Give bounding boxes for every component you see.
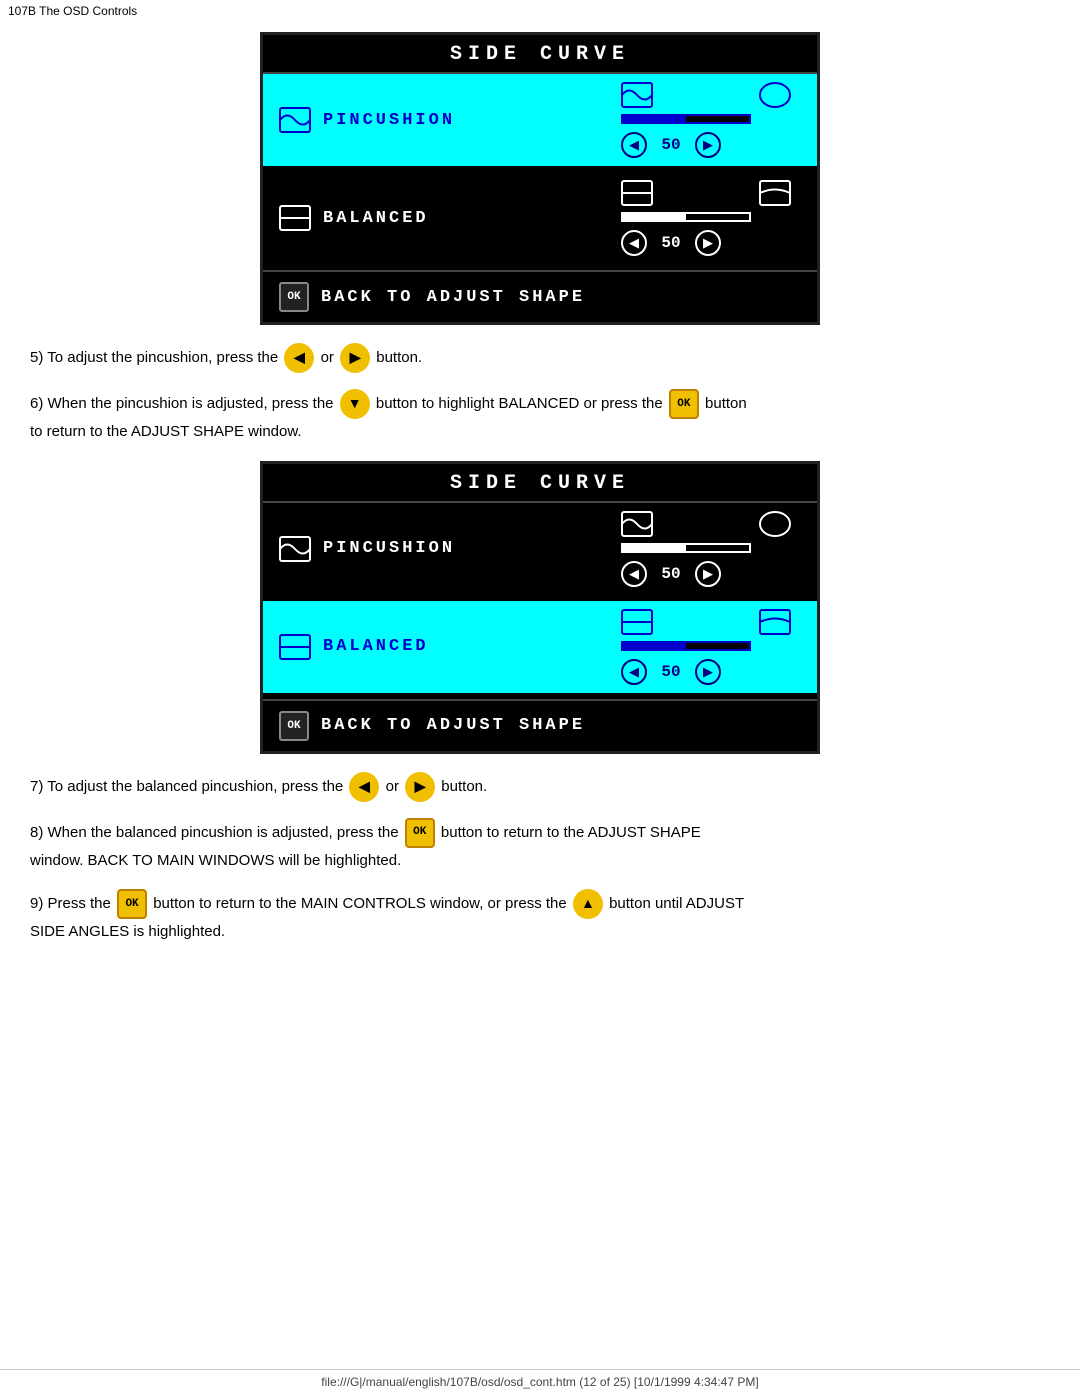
left-nav-btn-bal-2[interactable]: ◀ bbox=[621, 659, 647, 685]
page-title: 107B The OSD Controls bbox=[8, 4, 137, 18]
step9-mid: button to return to the MAIN CONTROLS wi… bbox=[153, 895, 567, 912]
osd1-back-label: BACK TO ADJUST SHAPE bbox=[321, 288, 585, 307]
step7-text: 7) To adjust the balanced pincushion, pr… bbox=[30, 777, 343, 794]
step8-end: window. BACK TO MAIN WINDOWS will be hig… bbox=[30, 852, 401, 869]
osd2-title: SIDE CURVE bbox=[263, 464, 817, 503]
balanced-left-icon-2 bbox=[621, 609, 653, 635]
step8-mid: button to return to the ADJUST SHAPE bbox=[441, 823, 701, 840]
pincushion-icon-2 bbox=[279, 536, 311, 562]
step5-end: button. bbox=[376, 349, 422, 366]
left-arrow-btn-7[interactable]: ◀ bbox=[349, 772, 379, 802]
step5-text: 5) To adjust the pincushion, press the bbox=[30, 349, 278, 366]
right-arrow-btn-5[interactable]: ▶ bbox=[340, 343, 370, 373]
balanced-right-icon-2 bbox=[759, 609, 791, 635]
osd2-pincushion-row: PINCUSHION ◀ 50 ▶ bbox=[263, 503, 817, 595]
step9-para: 9) Press the OK button to return to the … bbox=[30, 889, 1050, 945]
balanced-icon-1 bbox=[279, 205, 311, 231]
page-title-bar: 107B The OSD Controls bbox=[0, 0, 1080, 22]
right-nav-btn-1[interactable]: ▶ bbox=[695, 132, 721, 158]
balanced-left-icon-1 bbox=[621, 180, 653, 206]
osd1-balanced-label: BALANCED bbox=[323, 209, 429, 228]
osd1-pincushion-value: 50 bbox=[657, 136, 685, 154]
osd1-balanced-value: 50 bbox=[657, 234, 685, 252]
osd2-back-label: BACK TO ADJUST SHAPE bbox=[321, 716, 585, 735]
osd1-pincushion-label: PINCUSHION bbox=[323, 111, 455, 130]
step7-end: button. bbox=[441, 777, 487, 794]
osd1-pincushion-row: PINCUSHION bbox=[263, 74, 817, 166]
pincushion-icon-1 bbox=[279, 107, 311, 133]
osd2-balanced-label: BALANCED bbox=[323, 637, 429, 656]
left-nav-btn-1[interactable]: ◀ bbox=[621, 132, 647, 158]
up-arrow-btn-9[interactable]: ▲ bbox=[573, 889, 603, 919]
balanced-icon-2 bbox=[279, 634, 311, 660]
step9-text: 9) Press the bbox=[30, 895, 111, 912]
down-arrow-btn-6[interactable]: ▼ bbox=[340, 389, 370, 419]
step8-text: 8) When the balanced pincushion is adjus… bbox=[30, 823, 399, 840]
left-nav-btn-bal-1[interactable]: ◀ bbox=[621, 230, 647, 256]
osd1-back-row: OK BACK TO ADJUST SHAPE bbox=[263, 270, 817, 322]
left-nav-btn-pin-2[interactable]: ◀ bbox=[621, 561, 647, 587]
osd1-title: SIDE CURVE bbox=[263, 35, 817, 74]
step5-para: 5) To adjust the pincushion, press the ◀… bbox=[30, 343, 1050, 373]
left-arrow-btn-5[interactable]: ◀ bbox=[284, 343, 314, 373]
step9-end: SIDE ANGLES is highlighted. bbox=[30, 923, 225, 940]
osd2-balanced-row: BALANCED ◀ 50 bbox=[263, 601, 817, 693]
step9-mid2: button until ADJUST bbox=[609, 895, 744, 912]
right-oval-icon-1 bbox=[759, 82, 791, 108]
ok-btn-8[interactable]: OK bbox=[405, 818, 435, 848]
balanced-right-icon-1 bbox=[759, 180, 791, 206]
osd2-pincushion-value: 50 bbox=[657, 565, 685, 583]
right-nav-btn-pin-2[interactable]: ▶ bbox=[695, 561, 721, 587]
step7-or: or bbox=[386, 777, 399, 794]
ok-badge-1[interactable]: OK bbox=[279, 282, 309, 312]
osd1-balanced-row: BALANCED ◀ 50 bbox=[263, 172, 817, 264]
osd2-balanced-value: 50 bbox=[657, 663, 685, 681]
right-arrow-btn-7[interactable]: ▶ bbox=[405, 772, 435, 802]
ok-badge-2[interactable]: OK bbox=[279, 711, 309, 741]
step8-para: 8) When the balanced pincushion is adjus… bbox=[30, 818, 1050, 874]
step6-para: 6) When the pincushion is adjusted, pres… bbox=[30, 389, 1050, 445]
ok-btn-9[interactable]: OK bbox=[117, 889, 147, 919]
footer-bar: file:///G|/manual/english/107B/osd/osd_c… bbox=[0, 1369, 1080, 1389]
step6-end: button bbox=[705, 395, 747, 412]
osd2-pincushion-label: PINCUSHION bbox=[323, 539, 455, 558]
osd-box-1: SIDE CURVE PINCUSHION bbox=[260, 32, 820, 325]
right-oval-icon-2 bbox=[759, 511, 791, 537]
step6-mid: button to highlight BALANCED or press th… bbox=[376, 395, 663, 412]
left-curve-icon-1 bbox=[621, 82, 653, 108]
osd-box-2: SIDE CURVE PINCUSHION bbox=[260, 461, 820, 754]
step6-text: 6) When the pincushion is adjusted, pres… bbox=[30, 395, 334, 412]
left-curve-icon-2 bbox=[621, 511, 653, 537]
right-nav-btn-bal-1[interactable]: ▶ bbox=[695, 230, 721, 256]
ok-btn-6[interactable]: OK bbox=[669, 389, 699, 419]
step7-para: 7) To adjust the balanced pincushion, pr… bbox=[30, 772, 1050, 802]
footer-text: file:///G|/manual/english/107B/osd/osd_c… bbox=[321, 1375, 758, 1389]
step5-or: or bbox=[321, 349, 334, 366]
right-nav-btn-bal-2[interactable]: ▶ bbox=[695, 659, 721, 685]
step6-cont: to return to the ADJUST SHAPE window. bbox=[30, 423, 302, 440]
osd2-back-row: OK BACK TO ADJUST SHAPE bbox=[263, 699, 817, 751]
